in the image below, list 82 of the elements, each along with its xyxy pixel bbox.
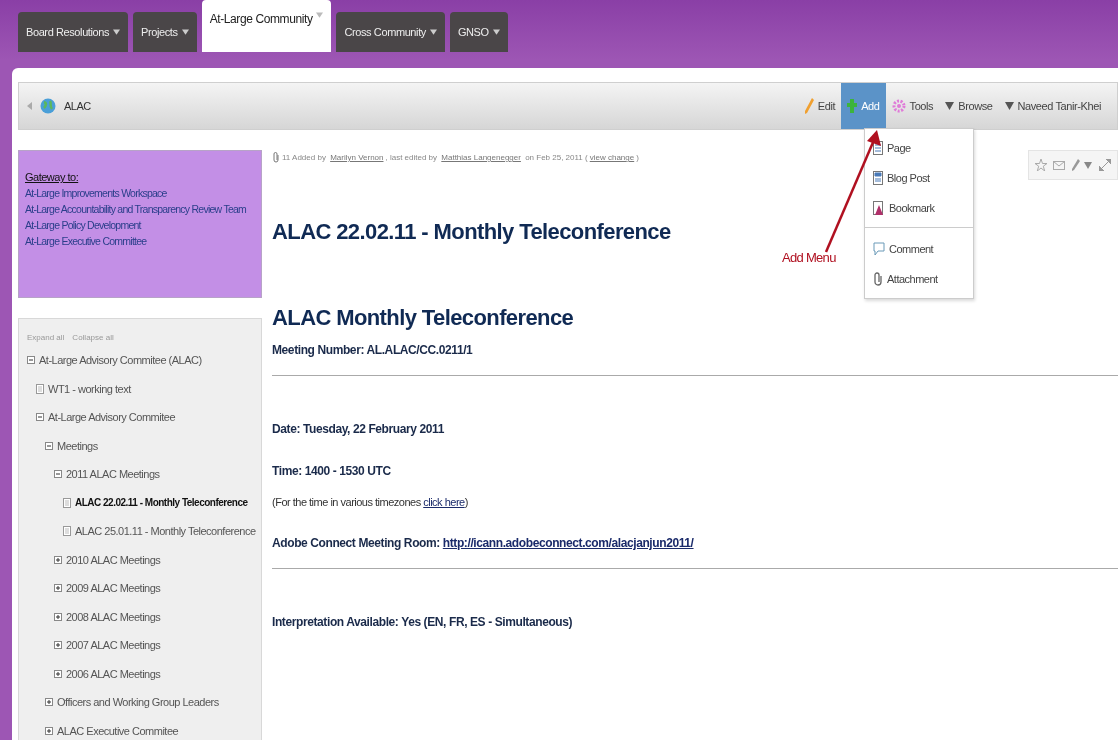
collapse-icon[interactable] — [45, 441, 53, 450]
author-link[interactable]: Marilyn Vernon — [330, 153, 384, 162]
caret-icon — [492, 29, 500, 35]
expand-icon[interactable] — [54, 641, 62, 650]
page-title: ALAC 22.02.11 - Monthly Teleconference — [272, 219, 672, 245]
page-icon — [63, 526, 71, 537]
tree-item[interactable]: 2009 ALAC Meetings — [66, 582, 161, 595]
meeting-detail: Adobe Connect Meeting Room: http://icann.adobeconnect.com/alacjanjun2011/ — [272, 536, 695, 550]
collapse-icon[interactable] — [27, 356, 35, 365]
pencil-icon — [803, 98, 814, 114]
meeting-room-link[interactable]: http://icann.adobeconnect.com/alacjanjun2011/ — [442, 536, 694, 550]
gateway-title: Gateway to: — [25, 171, 80, 183]
gateway-link[interactable]: At-Large Policy Development — [25, 219, 141, 232]
expand-icon[interactable] — [54, 584, 62, 593]
page-icon — [63, 497, 71, 508]
tree-item[interactable]: ALAC 22.02.11 - Monthly Teleconference — [75, 497, 248, 509]
back-arrow-icon[interactable] — [27, 102, 32, 110]
pencil-menu-icon[interactable] — [1071, 159, 1093, 171]
gear-icon — [891, 99, 906, 113]
tree-item[interactable]: 2011 ALAC Meetings — [66, 468, 160, 481]
page-icon — [36, 383, 44, 394]
speech-bubble-icon — [873, 242, 885, 256]
plus-icon — [847, 99, 858, 113]
attachment-menu-item[interactable]: Attachment — [865, 264, 973, 294]
collapse-icon[interactable] — [36, 413, 44, 422]
meeting-detail: Interpretation Available: Yes (EN, FR, ES - Simultaneous) — [272, 615, 574, 629]
section-heading: ALAC Monthly Teleconference — [272, 305, 575, 331]
caret-icon — [429, 29, 437, 35]
caret-icon — [1004, 102, 1014, 110]
nav-tab[interactable]: GNSO — [449, 12, 508, 52]
dropdown-button[interactable]: Naveed Tanir-Khei — [998, 83, 1107, 129]
comment-menu-item[interactable]: Comment — [865, 234, 973, 264]
editor-link[interactable]: Matthias Langenegger — [441, 153, 521, 162]
gateway-link[interactable]: At-Large Accountability and Transparency Review Team — [25, 203, 247, 216]
dropdown-button[interactable]: Browse — [939, 83, 999, 129]
click-here-link[interactable]: click here — [423, 496, 465, 508]
nav-tab[interactable]: At-Large Community — [201, 0, 332, 52]
tree-item[interactable]: WT1 - working text — [48, 382, 131, 395]
annotation-label: Add Menu — [782, 250, 836, 265]
expand-icon[interactable] — [45, 698, 53, 707]
caret-icon — [316, 12, 324, 18]
tree-item[interactable]: ALAC 25.01.11 - Monthly Teleconference — [75, 525, 256, 538]
expand-icon[interactable] — [1099, 159, 1111, 171]
timezone-note: (For the time in various timezones click here) — [272, 496, 469, 508]
tree-item[interactable]: At-Large Advisory Commitee (ALAC) — [39, 354, 202, 367]
expand-icon[interactable] — [54, 669, 62, 678]
meeting-detail: Date: Tuesday, 22 February 2011 — [272, 422, 445, 436]
edit-button[interactable]: Edit — [797, 83, 842, 129]
gateway-link[interactable]: At-Large Executive Committee — [25, 235, 147, 248]
bookmark-menu-item[interactable]: Bookmark — [865, 193, 973, 223]
tree-item[interactable]: 2008 ALAC Meetings — [66, 610, 161, 623]
expand-icon[interactable] — [45, 726, 53, 735]
space-link[interactable]: ALAC — [64, 100, 91, 112]
nav-tab[interactable]: Projects — [133, 12, 197, 52]
bookmark-icon — [873, 201, 885, 215]
nav-tab[interactable]: Cross Community — [336, 12, 445, 52]
gateway-link[interactable]: At-Large Improvements Workspace — [25, 187, 167, 200]
caret-icon — [945, 102, 955, 110]
view-change-link[interactable]: view change — [589, 153, 635, 162]
tree-item[interactable]: 2010 ALAC Meetings — [66, 553, 161, 566]
paperclip-icon — [873, 272, 883, 286]
meeting-detail: Time: 1400 - 1530 UTC — [272, 464, 392, 478]
collapse-icon[interactable] — [54, 470, 62, 479]
tools-button[interactable]: Tools — [885, 83, 940, 129]
tree-item[interactable]: At-Large Advisory Commitee — [48, 411, 175, 424]
page-icon — [873, 171, 883, 185]
tree-item[interactable]: ALAC Executive Commitee — [57, 724, 179, 737]
tree-item[interactable]: 2006 ALAC Meetings — [66, 667, 161, 680]
envelope-icon[interactable] — [1053, 159, 1065, 171]
nav-tab[interactable]: Board Resolutions — [18, 12, 129, 52]
expand-icon[interactable] — [54, 555, 62, 564]
tree-item[interactable]: Officers and Working Group Leaders — [57, 696, 219, 709]
tree-item[interactable]: 2007 ALAC Meetings — [66, 639, 161, 652]
star-icon[interactable] — [1035, 159, 1047, 171]
caret-icon — [181, 29, 189, 35]
paperclip-icon — [272, 152, 280, 163]
blog-menu-item[interactable]: Blog Post — [865, 163, 973, 193]
tree-item[interactable]: Meetings — [57, 439, 98, 452]
globe-icon — [40, 98, 56, 114]
caret-icon — [113, 29, 121, 35]
meeting-detail: Meeting Number: AL.ALAC/CC.0211/1 — [272, 343, 474, 357]
expand-icon[interactable] — [54, 612, 62, 621]
